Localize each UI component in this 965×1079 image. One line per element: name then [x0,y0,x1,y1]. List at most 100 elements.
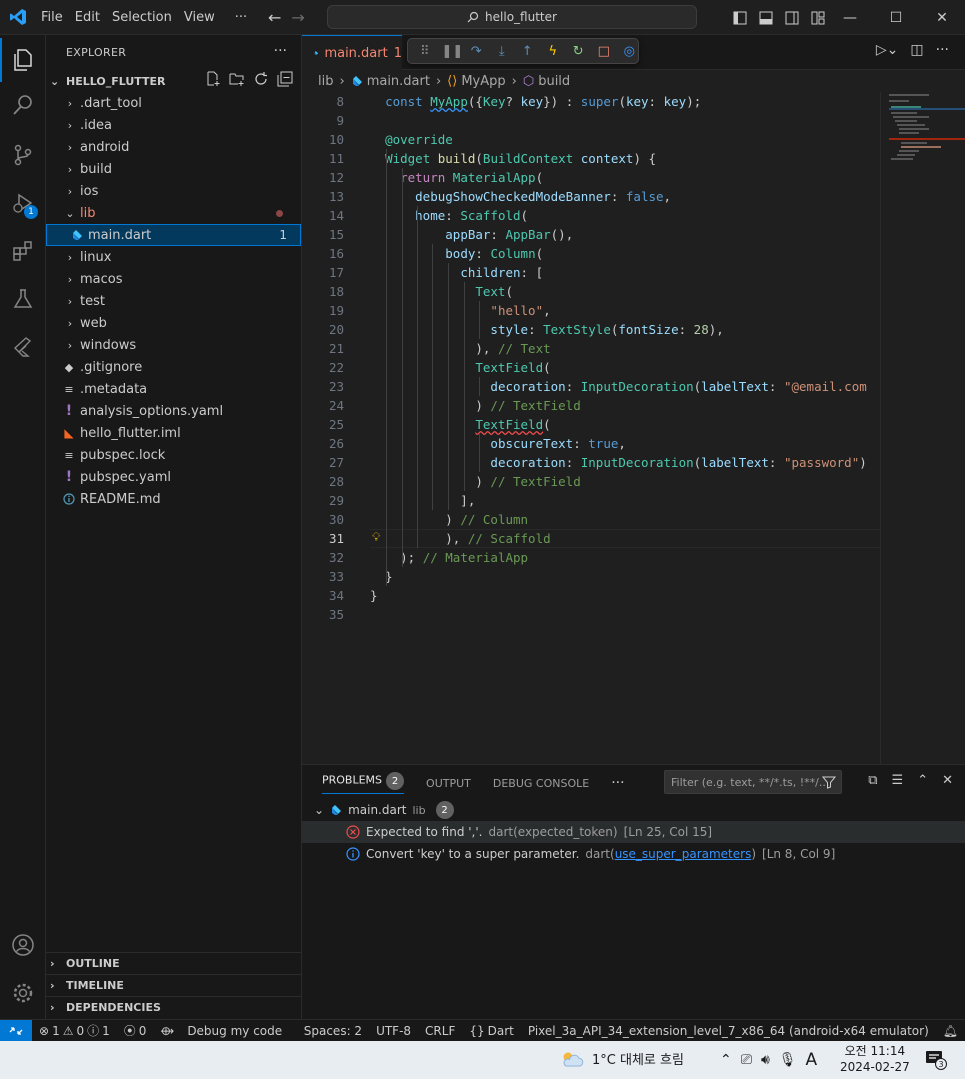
command-center-search[interactable]: hello_flutter [327,5,697,29]
tree-item-readme[interactable]: README.md [46,488,301,510]
explorer-more-icon[interactable]: ··· [274,43,287,59]
step-over-icon[interactable]: ↷ [468,44,486,59]
maximize-icon[interactable]: ☐ [873,0,919,35]
encoding-status[interactable]: UTF-8 [369,1024,418,1038]
menu-more[interactable]: ··· [229,0,253,35]
debug-status[interactable]: ⟴ Debug my code [153,1024,289,1038]
close-panel-icon[interactable]: ✕ [942,773,953,788]
tree-item-android[interactable]: › android [46,136,301,158]
forward-arrow-icon[interactable]: → [291,8,304,27]
explorer-icon[interactable] [0,38,46,82]
dependencies-section[interactable]: › DEPENDENCIES [46,996,301,1018]
menu-selection[interactable]: Selection [106,0,178,35]
tree-item-build[interactable]: › build [46,158,301,180]
tree-item-lib[interactable]: ⌄ lib [46,202,301,224]
tray-chevron-up-icon[interactable]: ⌃ [720,1052,732,1068]
tree-item-metadata[interactable]: ≡ .metadata [46,378,301,400]
collapse-all-icon[interactable] [277,71,293,87]
notifications-bell-icon[interactable]: 🔔︎ [936,1024,965,1038]
tab-main-dart[interactable]: main.dart 1 [302,35,402,70]
back-arrow-icon[interactable]: ← [268,8,281,27]
filter-icon[interactable] [822,775,836,789]
tree-item-linux[interactable]: › linux [46,246,301,268]
problems-filter-input[interactable]: Filter (e.g. text, **/*.ts, !**/... [664,770,842,794]
tab-problems[interactable]: PROBLEMS 2 [322,772,405,794]
timeline-section[interactable]: › TIMELINE [46,974,301,996]
problems-status[interactable]: ⊗ 1 ⚠ 0 ⓘ 1 [32,1022,117,1039]
tree-item-pubspec-yaml[interactable]: ! pubspec.yaml [46,466,301,488]
ports-status[interactable]: ⦿ 0 [117,1022,154,1039]
problem-row-info[interactable]: Convert 'key' to a super parameter. dart… [302,843,965,865]
minimap[interactable] [880,92,965,764]
collapse-all-icon[interactable]: ⧉ [868,773,877,788]
run-icon[interactable]: ▷⌄ [876,42,899,58]
panel-more-icon[interactable]: ··· [611,775,624,791]
toggle-secondary-sidebar-icon[interactable] [782,8,802,28]
pause-icon[interactable]: ❚❚ [442,44,464,59]
devtools-icon[interactable]: ◎ [621,44,639,59]
breadcrumb-method[interactable]: build [538,74,570,89]
flutter-icon[interactable] [0,325,46,369]
tree-item-idea[interactable]: › .idea [46,114,301,136]
toggle-primary-sidebar-icon[interactable] [730,8,750,28]
remote-indicator-icon[interactable] [0,1019,32,1042]
ime-indicator[interactable]: A [806,1050,818,1070]
new-file-icon[interactable] [205,71,221,87]
microphone-icon[interactable]: 🎙︎ [779,1052,797,1068]
breadcrumb-class[interactable]: MyApp [461,74,505,89]
camera-icon[interactable]: ⎚ [741,1052,752,1068]
new-folder-icon[interactable] [229,71,245,87]
close-icon[interactable]: ✕ [919,0,965,35]
indentation-status[interactable]: Spaces: 2 [297,1024,369,1038]
device-status[interactable]: Pixel_3a_API_34_extension_level_7_x86_64… [521,1024,936,1038]
extensions-icon[interactable] [0,229,46,273]
search-icon[interactable] [0,83,46,127]
tree-item-web[interactable]: › web [46,312,301,334]
speaker-icon[interactable]: 🔊︎ [761,1052,770,1068]
tree-item-iml[interactable]: ◣ hello_flutter.iml [46,422,301,444]
eol-status[interactable]: CRLF [418,1024,462,1038]
notification-center-icon[interactable]: 3 [924,1049,948,1075]
menu-view[interactable]: View [178,0,221,35]
tree-item-gitignore[interactable]: ◆ .gitignore [46,356,301,378]
problems-file-row[interactable]: ⌄ main.dart lib 2 [302,799,965,821]
menu-edit[interactable]: Edit [69,0,106,35]
drag-handle-icon[interactable]: ⠿ [416,44,434,59]
tab-output[interactable]: OUTPUT [426,777,471,790]
view-as-list-icon[interactable]: ☰ [892,773,904,788]
toggle-panel-icon[interactable] [756,8,776,28]
step-into-icon[interactable]: ⤓ [493,44,511,59]
outline-section[interactable]: › OUTLINE [46,952,301,974]
run-debug-icon[interactable]: 1 [0,181,46,225]
rule-link[interactable]: use_super_parameters [615,847,752,861]
weather-widget[interactable]: 1°C 대체로 흐림 [560,1049,684,1068]
tree-item-macos[interactable]: › macos [46,268,301,290]
account-icon[interactable] [0,923,46,967]
breadcrumb-lib[interactable]: lib [318,74,333,89]
tree-item-ios[interactable]: › ios [46,180,301,202]
stop-icon[interactable]: □ [595,44,613,59]
tree-item-windows[interactable]: › windows [46,334,301,356]
hot-reload-icon[interactable]: ϟ [544,44,562,59]
split-editor-icon[interactable]: ◫ [910,42,923,58]
minimize-icon[interactable]: — [827,0,873,35]
tree-item-analysis-options[interactable]: ! analysis_options.yaml [46,400,301,422]
restart-icon[interactable]: ↻ [570,44,588,59]
problem-row-error[interactable]: Expected to find ','. dart(expected_toke… [302,821,965,843]
testing-icon[interactable] [0,277,46,321]
tab-debug-console[interactable]: DEBUG CONSOLE [493,777,589,790]
language-status[interactable]: {} Dart [462,1024,521,1038]
tree-item-pubspec-lock[interactable]: ≡ pubspec.lock [46,444,301,466]
refresh-icon[interactable] [253,71,269,87]
tree-item-dart-tool[interactable]: › .dart_tool [46,92,301,114]
maximize-panel-icon[interactable]: ⌃ [917,773,928,788]
more-actions-icon[interactable]: ··· [936,42,949,58]
taskbar-clock[interactable]: 오전 11:14 2024-02-27 [840,1043,910,1075]
customize-layout-icon[interactable] [808,8,828,28]
source-control-icon[interactable] [0,133,46,177]
manage-gear-icon[interactable] [0,971,46,1015]
step-out-icon[interactable]: ↑ [519,44,537,59]
tree-item-main-dart[interactable]: main.dart 1 [46,224,301,246]
breadcrumb-file[interactable]: main.dart [367,74,430,89]
tree-item-test[interactable]: › test [46,290,301,312]
